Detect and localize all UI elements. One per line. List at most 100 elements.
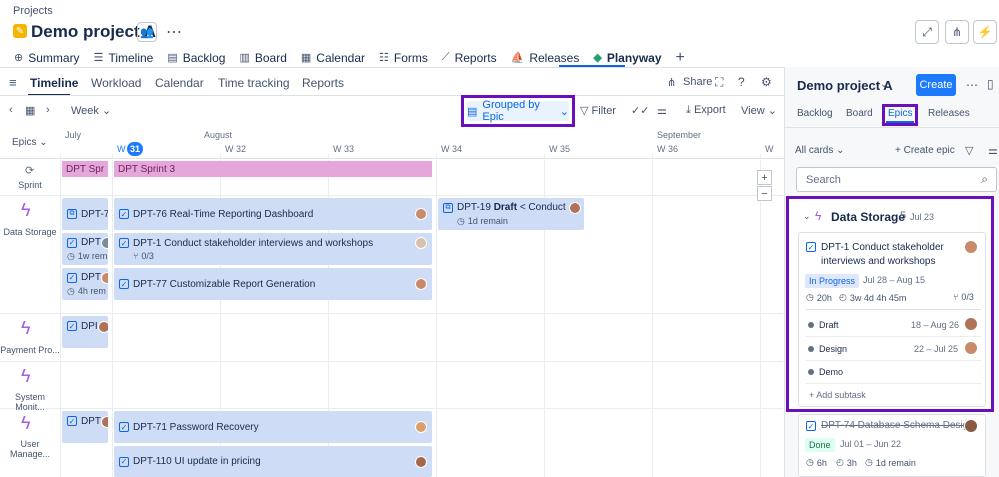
grid-line [0, 313, 783, 314]
row-label-payment[interactable]: Payment Pro... [0, 345, 60, 355]
subtab-workload[interactable]: Workload [91, 76, 141, 90]
chevron-down-icon[interactable]: ⌄ [880, 79, 888, 90]
add-tab-button[interactable]: + [674, 49, 693, 66]
subtab-time-tracking[interactable]: Time tracking [218, 76, 290, 90]
row-label-user-management[interactable]: User Manage... [0, 439, 60, 459]
people-icon[interactable]: 👥 [137, 22, 157, 42]
share-small-icon[interactable]: ⋔ [667, 76, 676, 89]
tab-releases[interactable]: ⛵ Releases [509, 49, 588, 66]
task-label: DPT-76 Real-Time Reporting Dashboard [133, 208, 314, 220]
ellipsis-icon[interactable]: ⋯ [166, 22, 182, 42]
panel-tab-epics[interactable]: Epics [888, 108, 912, 119]
breadcrumb[interactable]: Projects [13, 5, 53, 17]
status-badge[interactable]: In Progress [805, 274, 860, 288]
tab-board[interactable]: ▥ Board [237, 49, 294, 66]
tab-backlog[interactable]: ▤ Backlog [165, 49, 233, 66]
chevron-right-icon[interactable]: › [46, 104, 50, 116]
filter-icon[interactable]: ▽ [965, 144, 973, 157]
card-title: DPT-74 Database Schema Design [821, 420, 974, 431]
task-bar[interactable]: ✓ DPT-1 Conduct stakeholder interviews an… [114, 233, 432, 265]
sprint-bar[interactable]: DPT Spr [62, 161, 108, 177]
row-label-data-storage[interactable]: Data Storage [0, 227, 60, 237]
tab-planyway[interactable]: ◆ Planyway [591, 49, 669, 66]
task-bar[interactable]: ✓ DPT-71 Password Recovery [114, 411, 432, 443]
expand-icon[interactable]: ⤢ [915, 20, 939, 44]
subtask-item[interactable]: Demo [808, 367, 843, 377]
grid-line [760, 154, 761, 477]
subtab-timeline[interactable]: Timeline [30, 76, 78, 90]
tab-forms[interactable]: ☷ Forms [377, 49, 436, 66]
clock-icon: ◷ [67, 250, 75, 261]
epic-name[interactable]: Data Storage [831, 210, 905, 224]
subtask-item[interactable]: Draft [808, 320, 839, 330]
task-bar[interactable]: ✓ DPT [62, 411, 108, 443]
chevron-down-icon[interactable]: ⌄ [803, 211, 811, 222]
create-epic-button[interactable]: + Create epic [895, 145, 955, 156]
epic-lightning-icon: ϟ [21, 366, 31, 386]
tab-timeline[interactable]: ☰ Timeline [92, 49, 162, 66]
task-bar[interactable]: ✓ DPT ◷ 4h rem [62, 268, 108, 300]
subtab-calendar[interactable]: Calendar [155, 76, 204, 90]
share-button[interactable]: Share [683, 76, 712, 88]
task-bar[interactable]: ✓ DPT-110 UI update in pricing [114, 446, 432, 477]
task-bar[interactable]: ✓ DPI [62, 316, 108, 348]
tab-reports[interactable]: ⟋ Reports [440, 49, 505, 66]
share-icon[interactable]: ⋔ [945, 20, 969, 44]
epic-count: 5 [900, 210, 907, 222]
task-bar[interactable]: ⧉ DPT-19 Draft < Conduct stak ◷1d remain [438, 198, 584, 230]
help-icon[interactable]: ? [738, 75, 745, 89]
subtask-count[interactable]: ⑂ 0/3 [953, 292, 974, 302]
status-badge[interactable]: Done [805, 438, 835, 452]
search-icon: ⌕ [981, 172, 988, 186]
task-bar[interactable]: ⧉ DPT-7€ [62, 198, 108, 230]
week-select[interactable]: Week ⌄ [71, 104, 111, 117]
globe-icon: ⊕ [14, 52, 24, 64]
menu-icon[interactable]: ≡ [9, 75, 17, 90]
zoom-in-button[interactable]: + [757, 170, 772, 185]
add-subtask-button[interactable]: + Add subtask [809, 390, 866, 400]
lightning-icon[interactable]: ⚡ [973, 20, 997, 44]
create-button[interactable]: Create [916, 74, 956, 96]
grid-line [0, 361, 783, 362]
sprint-bar[interactable]: DPT Sprint 3 [114, 161, 432, 177]
grouped-by-epic-button[interactable]: ▤ Grouped by Epic ⌄ [467, 99, 569, 123]
task-bar[interactable]: ✓ DPT ◷ 1w rem [62, 233, 108, 265]
fullscreen-icon[interactable]: ⛶ [715, 75, 723, 90]
task-label: DPT-110 UI update in pricing [133, 456, 261, 467]
check-all-icon[interactable]: ✓✓ [631, 104, 649, 117]
tab-summary[interactable]: ⊕ Summary [12, 49, 88, 66]
tab-calendar[interactable]: ▦ Calendar [299, 49, 373, 66]
all-cards-dropdown[interactable]: All cards ⌄ [795, 145, 845, 156]
month-label: August [204, 130, 233, 140]
row-label-system-monitoring[interactable]: System Monit... [0, 392, 60, 412]
tab-label: Board [254, 50, 287, 65]
epics-dropdown[interactable]: Epics ⌄ [12, 137, 48, 148]
gear-icon[interactable]: ⚙ [761, 75, 772, 89]
group-icon: ▤ [467, 105, 478, 118]
task-bar[interactable]: ✓ DPT-76 Real-Time Reporting Dashboard [114, 198, 432, 230]
zoom-out-button[interactable]: − [757, 186, 772, 201]
filter-label: Filter [591, 105, 616, 117]
ellipsis-icon[interactable]: ⋯ [966, 78, 978, 92]
avatar [101, 416, 108, 428]
calendar-small-icon[interactable]: ▦ [25, 104, 35, 117]
task-bar[interactable]: ✓ DPT-77 Customizable Report Generation [114, 268, 432, 300]
panel-tab-board[interactable]: Board [846, 108, 873, 119]
panel-tab-backlog[interactable]: Backlog [797, 108, 833, 119]
sliders-icon[interactable]: ⚌ [988, 144, 998, 157]
panel-collapse-icon[interactable]: ▯ [987, 77, 994, 91]
subtask-label: Draft [819, 320, 839, 330]
subtask-item[interactable]: Design [808, 344, 847, 354]
filter-button[interactable]: ▽ Filter [580, 104, 616, 117]
panel-title: Demo project A [797, 78, 893, 93]
panel-tab-releases[interactable]: Releases [928, 108, 970, 119]
sliders-icon[interactable]: ⚌ [657, 104, 667, 117]
avatar [415, 237, 427, 249]
subtab-reports[interactable]: Reports [302, 76, 344, 90]
subtask-icon: ⧉ [443, 202, 453, 213]
export-button[interactable]: ⤓ Export [686, 104, 726, 117]
card-dates: Jul 28 – Aug 15 [863, 275, 926, 285]
chevron-left-icon[interactable]: ‹ [9, 104, 13, 116]
view-button[interactable]: View ⌄ [741, 104, 777, 117]
search-input[interactable]: Search ⌕ [796, 167, 997, 192]
